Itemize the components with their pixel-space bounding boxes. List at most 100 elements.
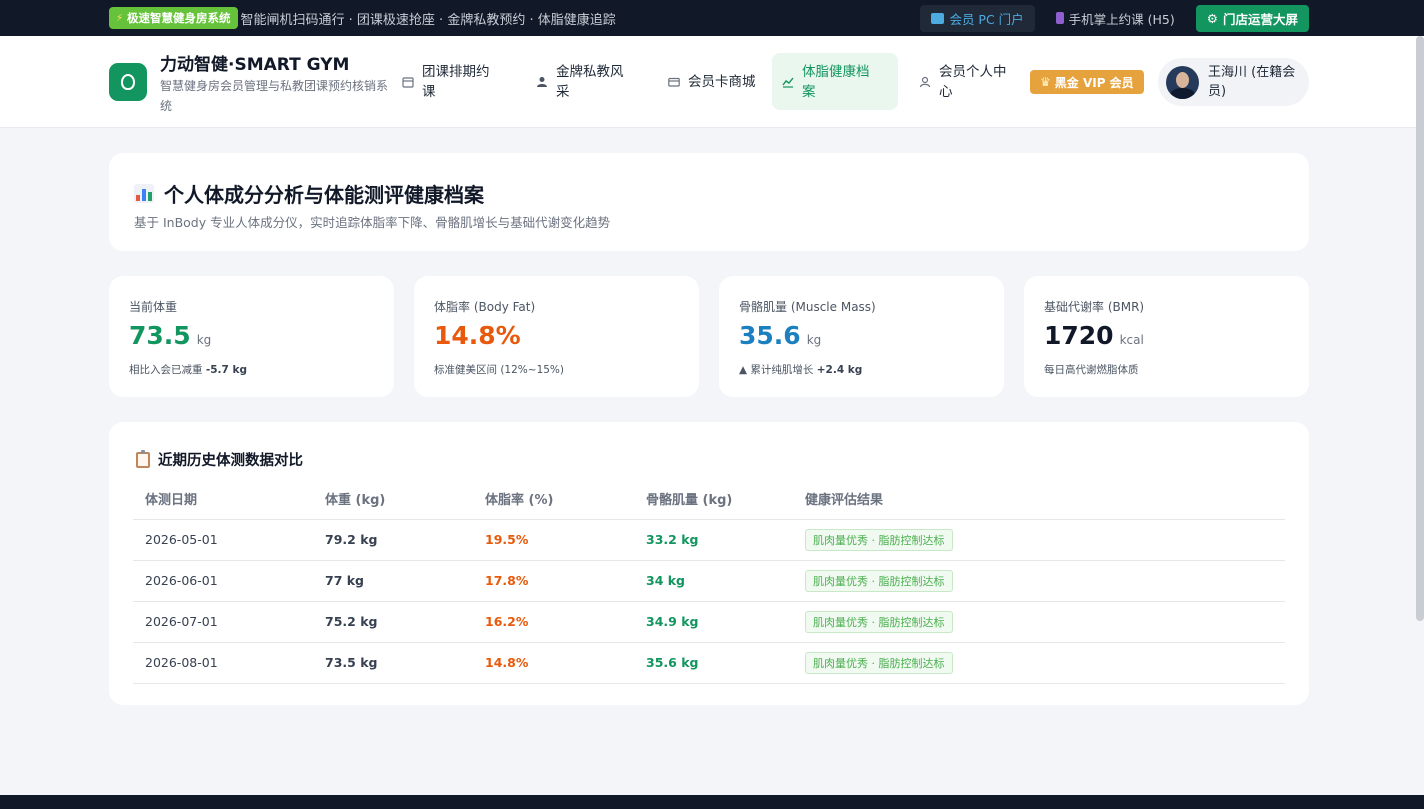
nav-label: 团课排期约课 xyxy=(422,63,490,100)
cell-date: 2026-06-01 xyxy=(133,560,313,602)
nav-label: 会员卡商城 xyxy=(688,73,756,90)
pc-portal-label: 会员 PC 门户 xyxy=(949,11,1024,27)
calendar-icon xyxy=(402,76,414,88)
cell-body-fat: 19.5% xyxy=(473,519,634,561)
laptop-icon xyxy=(931,12,945,24)
chart-icon xyxy=(782,76,794,88)
stat-card-body-fat: 体脂率 (Body Fat) 14.8% 标准健美区间 (12%~15%) xyxy=(414,276,699,397)
ops-dashboard-button[interactable]: ⚙ 门店运营大屏 xyxy=(1195,4,1309,32)
system-badge: ⚡ 极速智慧健身房系统 xyxy=(109,7,238,29)
stat-value: 14.8% xyxy=(434,321,521,350)
table-header-row: 体测日期 体重 (kg) 体脂率 (%) 骨骼肌量 (kg) 健康评估结果 xyxy=(133,478,1285,520)
history-title: 近期历史体测数据对比 xyxy=(136,449,303,470)
page-title-text: 个人体成分分析与体能测评健康档案 xyxy=(164,183,484,207)
col-weight: 体重 (kg) xyxy=(313,478,473,520)
table-row: 2026-05-01 79.2 kg 19.5% 33.2 kg 肌肉量优秀 ·… xyxy=(133,519,1285,561)
page-hero-card: 个人体成分分析与体能测评健康档案 基于 InBody 专业人体成分仪，实时追踪体… xyxy=(109,153,1309,251)
stat-value: 73.5 xyxy=(129,321,191,350)
stat-card-weight: 当前体重 73.5 kg 相比入会已减重 -5.7 kg xyxy=(109,276,394,397)
feature-ticker: 智能闸机扫码通行 · 团课极速抢座 · 金牌私教预约 · 体脂健康追踪 xyxy=(240,12,616,28)
nav-class-schedule[interactable]: 团课排期约课 xyxy=(392,53,506,110)
cell-body-fat: 17.8% xyxy=(473,560,634,602)
stat-label: 骨骼肌量 (Muscle Mass) xyxy=(739,300,876,314)
cell-muscle: 35.6 kg xyxy=(634,642,793,684)
table-row: 2026-07-01 75.2 kg 16.2% 34.9 kg 肌肉量优秀 ·… xyxy=(133,601,1285,643)
stat-unit: kg xyxy=(806,333,822,347)
mobile-booking-label: 手机掌上约课 (H5) xyxy=(1068,11,1175,27)
nav-body-fat-records[interactable]: 体脂健康档案 xyxy=(772,53,898,110)
page-subtitle: 基于 InBody 专业人体成分仪，实时追踪体脂率下降、骨骼肌增长与基础代谢变化… xyxy=(134,215,611,230)
cell-result: 肌肉量优秀 · 脂肪控制达标 xyxy=(793,560,1285,602)
stat-label: 基础代谢率 (BMR) xyxy=(1044,300,1145,314)
stat-card-bmr: 基础代谢率 (BMR) 1720 kcal 每日高代谢燃脂体质 xyxy=(1024,276,1309,397)
cell-muscle: 33.2 kg xyxy=(634,519,793,561)
crown-icon: ♛ xyxy=(1040,75,1051,89)
page-title: 个人体成分分析与体能测评健康档案 xyxy=(134,179,484,208)
brand-title: 力动智健·SMART GYM xyxy=(160,55,350,75)
table-row: 2026-06-01 77 kg 17.8% 34 kg 肌肉量优秀 · 脂肪控… xyxy=(133,560,1285,602)
brand-logo[interactable] xyxy=(109,63,147,101)
col-date: 体测日期 xyxy=(133,478,313,520)
history-title-text: 近期历史体测数据对比 xyxy=(158,453,303,469)
col-result: 健康评估结果 xyxy=(793,478,1285,520)
nav-member-center[interactable]: 会员个人中心 xyxy=(909,53,1023,110)
mobile-booking-link[interactable]: 手机掌上约课 (H5) xyxy=(1045,5,1186,32)
user-icon xyxy=(919,76,931,88)
pc-portal-link[interactable]: 会员 PC 门户 xyxy=(920,4,1035,32)
cell-weight: 73.5 kg xyxy=(313,642,473,684)
stat-label: 当前体重 xyxy=(129,300,178,314)
flash-icon: ⚡ xyxy=(116,12,124,24)
vip-badge: ♛ 黑金 VIP 会员 xyxy=(1030,70,1144,94)
cell-weight: 77 kg xyxy=(313,560,473,602)
cell-body-fat: 14.8% xyxy=(473,642,634,684)
system-badge-label: 极速智慧健身房系统 xyxy=(127,11,231,25)
stat-note: 标准健美区间 (12%~15%) xyxy=(434,364,565,376)
stat-note: ▲ 累计纯肌增长 +2.4 kg xyxy=(739,364,863,376)
result-tag: 肌肉量优秀 · 脂肪控制达标 xyxy=(805,528,953,551)
clipboard-icon xyxy=(136,449,150,468)
history-card: 近期历史体测数据对比 体测日期 体重 (kg) 体脂率 (%) 骨骼肌量 (kg… xyxy=(109,422,1309,705)
cell-body-fat: 16.2% xyxy=(473,601,634,643)
nav-label: 金牌私教风采 xyxy=(556,63,624,100)
ops-dashboard-label: 门店运营大屏 xyxy=(1222,11,1298,27)
main-header: 力动智健·SMART GYM 智慧健身房会员管理与私教团课预约核销系统 团课排期… xyxy=(0,36,1424,128)
stat-value: 35.6 xyxy=(739,321,801,350)
result-tag: 肌肉量优秀 · 脂肪控制达标 xyxy=(805,569,953,592)
page-scrollbar[interactable] xyxy=(1416,36,1424,621)
cell-muscle: 34 kg xyxy=(634,560,793,602)
cell-result: 肌肉量优秀 · 脂肪控制达标 xyxy=(793,519,1285,561)
stat-note: 相比入会已减重 -5.7 kg xyxy=(129,364,247,376)
nav-trainers[interactable]: 金牌私教风采 xyxy=(526,53,640,110)
footer-bar xyxy=(0,795,1424,809)
history-table: 体测日期 体重 (kg) 体脂率 (%) 骨骼肌量 (kg) 健康评估结果 20… xyxy=(133,478,1285,684)
nav-label: 体脂健康档案 xyxy=(802,63,870,100)
gear-icon: ⚙ xyxy=(1206,10,1218,26)
stat-card-muscle: 骨骼肌量 (Muscle Mass) 35.6 kg ▲ 累计纯肌增长 +2.4… xyxy=(719,276,1004,397)
col-muscle: 骨骼肌量 (kg) xyxy=(634,478,793,520)
vip-badge-label: 黑金 VIP 会员 xyxy=(1054,75,1134,90)
person-icon xyxy=(536,76,548,88)
mobile-icon xyxy=(1055,12,1064,24)
user-name: 王海川 (在籍会员) xyxy=(1208,65,1296,99)
user-profile-chip[interactable]: 王海川 (在籍会员) xyxy=(1158,58,1309,106)
cell-weight: 75.2 kg xyxy=(313,601,473,643)
cell-date: 2026-07-01 xyxy=(133,601,313,643)
col-body-fat: 体脂率 (%) xyxy=(473,478,634,520)
cell-date: 2026-08-01 xyxy=(133,642,313,684)
avatar xyxy=(1166,65,1199,99)
stat-unit: kg xyxy=(196,333,212,347)
cell-result: 肌肉量优秀 · 脂肪控制达标 xyxy=(793,642,1285,684)
stat-note: 每日高代谢燃脂体质 xyxy=(1044,364,1139,376)
card-icon xyxy=(668,76,680,88)
lightbulb-icon xyxy=(121,74,135,90)
result-tag: 肌肉量优秀 · 脂肪控制达标 xyxy=(805,651,953,674)
stat-unit: kcal xyxy=(1119,333,1144,347)
cell-weight: 79.2 kg xyxy=(313,519,473,561)
bar-chart-icon xyxy=(134,184,154,203)
cell-date: 2026-05-01 xyxy=(133,519,313,561)
nav-label: 会员个人中心 xyxy=(939,63,1007,100)
result-tag: 肌肉量优秀 · 脂肪控制达标 xyxy=(805,610,953,633)
brand-subtitle: 智慧健身房会员管理与私教团课预约核销系统 xyxy=(160,79,389,113)
stat-value: 1720 xyxy=(1044,321,1114,350)
nav-card-store[interactable]: 会员卡商城 xyxy=(658,53,772,110)
